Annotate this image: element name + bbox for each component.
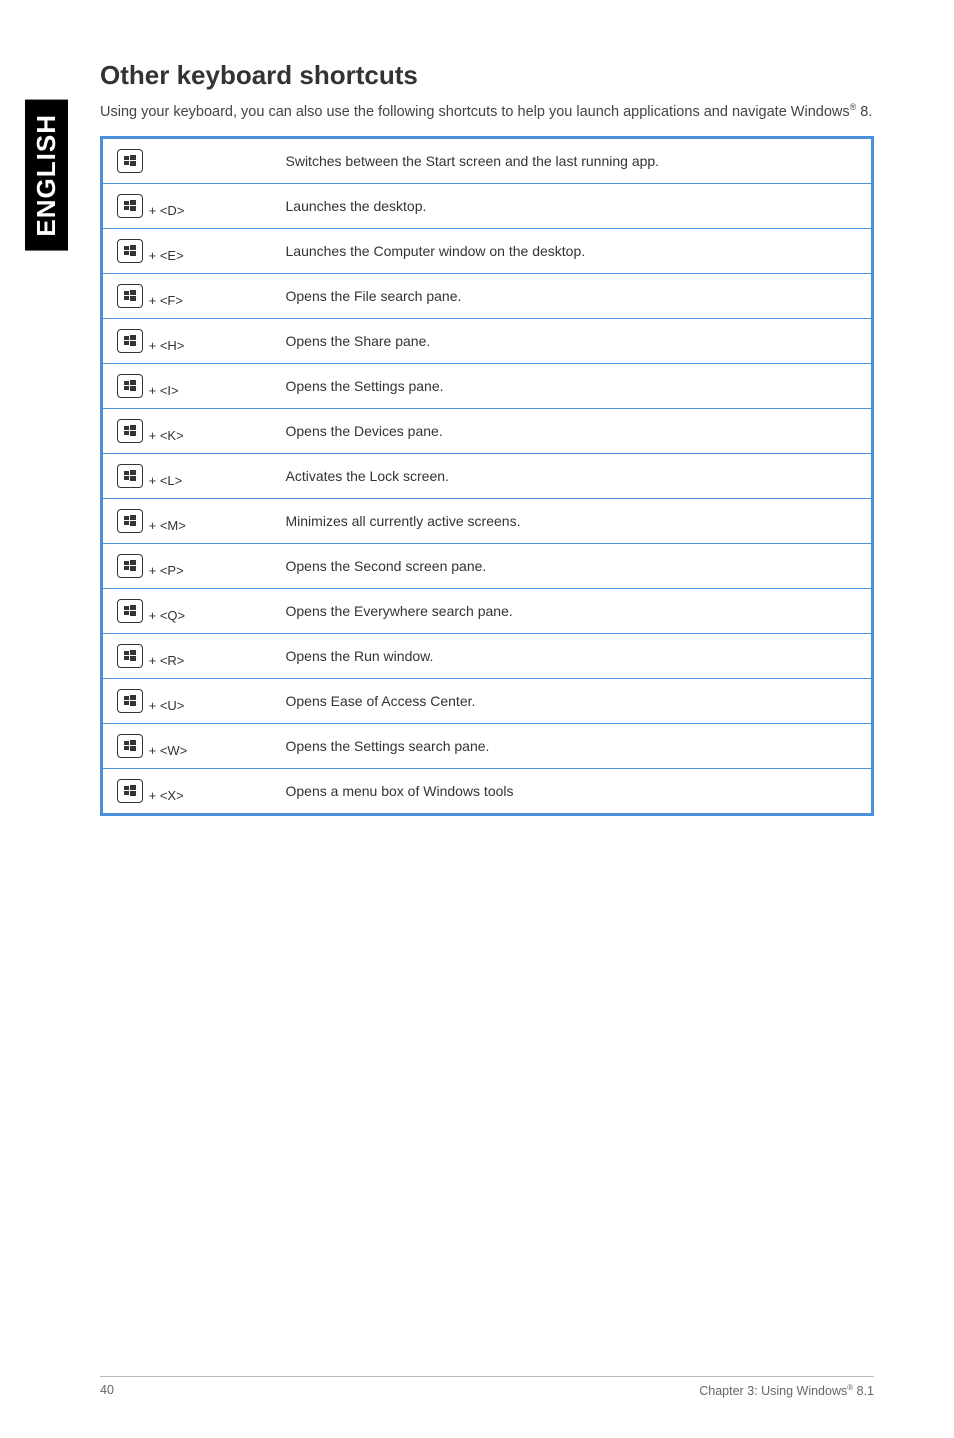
- key-cell: + <R>: [102, 634, 272, 679]
- desc-cell: Opens the Run window.: [272, 634, 873, 679]
- table-row: + <D> Launches the desktop.: [102, 184, 873, 229]
- table-row: + <F> Opens the File search pane.: [102, 274, 873, 319]
- desc-cell: Opens the Everywhere search pane.: [272, 589, 873, 634]
- key-combo-text: + <L>: [145, 473, 182, 488]
- windows-key-icon: [117, 734, 143, 758]
- key-combo-text: + <I>: [145, 383, 179, 398]
- windows-key-icon: [117, 194, 143, 218]
- windows-key-icon: [117, 329, 143, 353]
- section-title: Other keyboard shortcuts: [100, 60, 874, 91]
- windows-key-icon: [117, 779, 143, 803]
- page-number: 40: [100, 1383, 114, 1398]
- key-cell: + <X>: [102, 769, 272, 815]
- key-cell: + <M>: [102, 499, 272, 544]
- key-cell: + <F>: [102, 274, 272, 319]
- windows-key-icon: [117, 689, 143, 713]
- chapter-pre: Chapter 3: Using Windows: [699, 1384, 847, 1398]
- key-combo-text: + <D>: [145, 203, 184, 218]
- windows-key-icon: [117, 554, 143, 578]
- desc-cell: Activates the Lock screen.: [272, 454, 873, 499]
- table-row: + <Q> Opens the Everywhere search pane.: [102, 589, 873, 634]
- windows-key-icon: [117, 509, 143, 533]
- table-row: + <W> Opens the Settings search pane.: [102, 724, 873, 769]
- windows-key-icon: [117, 644, 143, 668]
- key-cell: + <H>: [102, 319, 272, 364]
- windows-key-icon: [117, 284, 143, 308]
- desc-cell: Opens the Settings search pane.: [272, 724, 873, 769]
- desc-cell: Switches between the Start screen and th…: [272, 138, 873, 184]
- table-row: + <E> Launches the Computer window on the…: [102, 229, 873, 274]
- shortcut-table: Switches between the Start screen and th…: [100, 136, 874, 816]
- windows-key-icon: [117, 374, 143, 398]
- key-combo-text: + <F>: [145, 293, 183, 308]
- key-combo-text: + <X>: [145, 788, 184, 803]
- key-combo-text: + <U>: [145, 698, 184, 713]
- key-cell: + <Q>: [102, 589, 272, 634]
- key-cell: + <D>: [102, 184, 272, 229]
- desc-cell: Launches the desktop.: [272, 184, 873, 229]
- key-cell: + <U>: [102, 679, 272, 724]
- key-cell: + <L>: [102, 454, 272, 499]
- desc-cell: Opens the Second screen pane.: [272, 544, 873, 589]
- key-cell: [102, 138, 272, 184]
- key-combo-text: + <R>: [145, 653, 184, 668]
- windows-key-icon: [117, 599, 143, 623]
- key-cell: + <I>: [102, 364, 272, 409]
- desc-cell: Opens the File search pane.: [272, 274, 873, 319]
- key-cell: + <E>: [102, 229, 272, 274]
- desc-cell: Minimizes all currently active screens.: [272, 499, 873, 544]
- table-row: + <M> Minimizes all currently active scre…: [102, 499, 873, 544]
- desc-cell: Launches the Computer window on the desk…: [272, 229, 873, 274]
- language-tab: ENGLISH: [25, 100, 68, 251]
- table-row: + <L> Activates the Lock screen.: [102, 454, 873, 499]
- desc-cell: Opens the Devices pane.: [272, 409, 873, 454]
- chapter-label: Chapter 3: Using Windows® 8.1: [699, 1383, 874, 1398]
- table-row: + <I> Opens the Settings pane.: [102, 364, 873, 409]
- key-combo-text: + <K>: [145, 428, 184, 443]
- table-row: + <U> Opens Ease of Access Center.: [102, 679, 873, 724]
- windows-key-icon: [117, 149, 143, 173]
- key-cell: + <W>: [102, 724, 272, 769]
- windows-key-icon: [117, 419, 143, 443]
- windows-key-icon: [117, 464, 143, 488]
- key-combo-text: + <W>: [145, 743, 187, 758]
- table-row: + <P> Opens the Second screen pane.: [102, 544, 873, 589]
- table-row: + <R> Opens the Run window.: [102, 634, 873, 679]
- page: ENGLISH Other keyboard shortcuts Using y…: [0, 0, 954, 1438]
- desc-cell: Opens a menu box of Windows tools: [272, 769, 873, 815]
- page-footer: 40 Chapter 3: Using Windows® 8.1: [100, 1376, 874, 1398]
- windows-key-icon: [117, 239, 143, 263]
- desc-cell: Opens Ease of Access Center.: [272, 679, 873, 724]
- table-row: + <X> Opens a menu box of Windows tools: [102, 769, 873, 815]
- key-combo-text: + <E>: [145, 248, 184, 263]
- intro-pre: Using your keyboard, you can also use th…: [100, 104, 850, 120]
- intro-text: Using your keyboard, you can also use th…: [100, 101, 874, 122]
- key-combo-text: + <H>: [145, 338, 184, 353]
- desc-cell: Opens the Settings pane.: [272, 364, 873, 409]
- intro-post: 8.: [856, 104, 872, 120]
- key-combo-text: + <M>: [145, 518, 186, 533]
- table-row: + <K> Opens the Devices pane.: [102, 409, 873, 454]
- key-combo-text: + <P>: [145, 563, 184, 578]
- desc-cell: Opens the Share pane.: [272, 319, 873, 364]
- key-combo-text: + <Q>: [145, 608, 185, 623]
- table-row: Switches between the Start screen and th…: [102, 138, 873, 184]
- key-cell: + <K>: [102, 409, 272, 454]
- table-row: + <H> Opens the Share pane.: [102, 319, 873, 364]
- chapter-post: 8.1: [853, 1384, 874, 1398]
- key-cell: + <P>: [102, 544, 272, 589]
